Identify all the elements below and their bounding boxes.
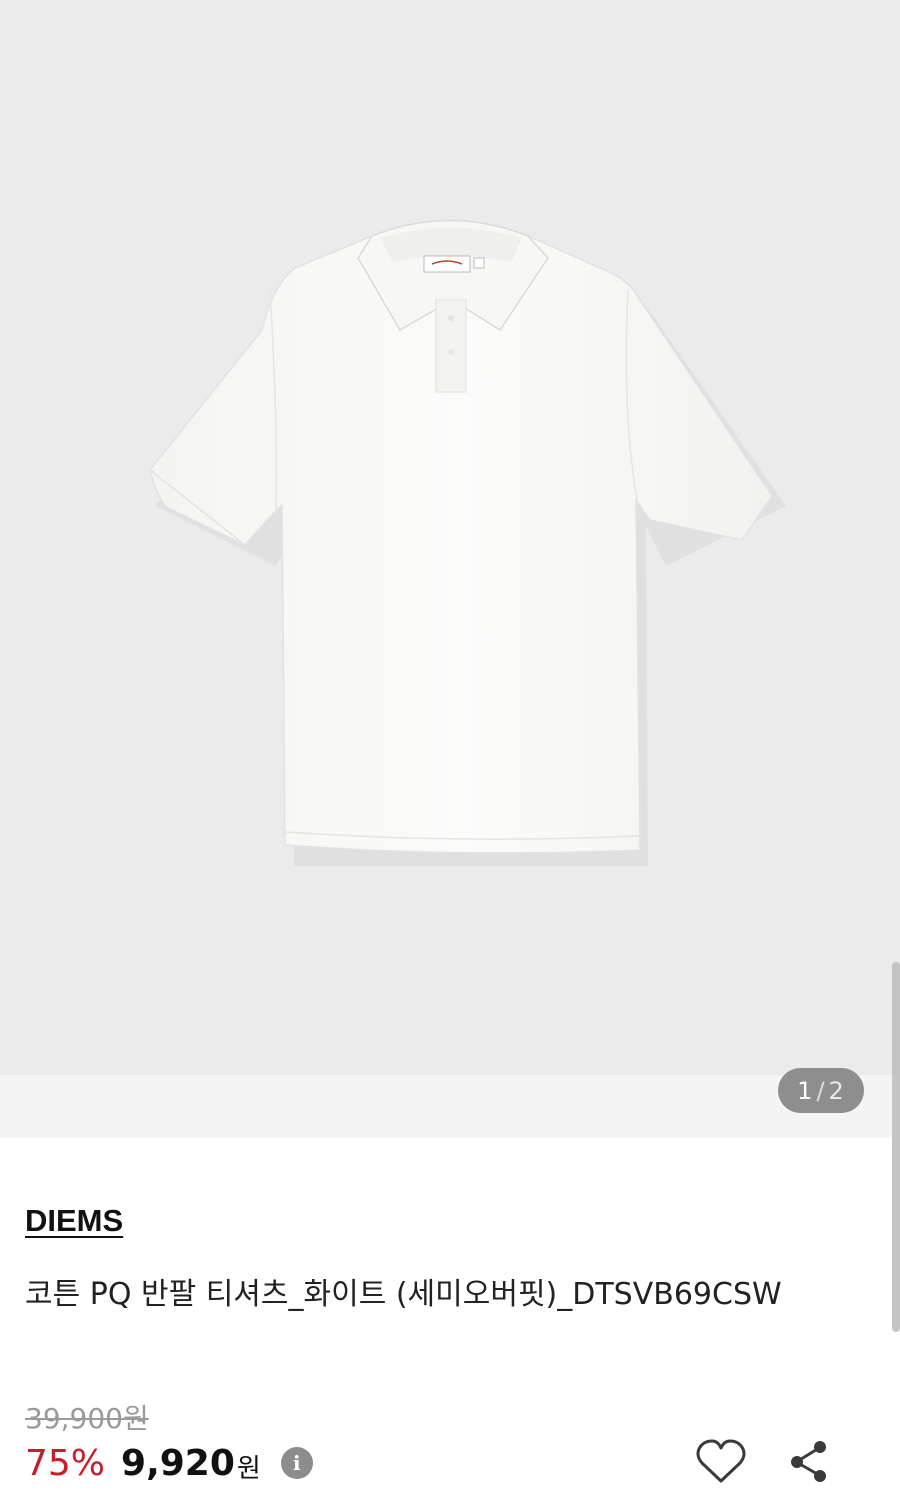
wishlist-button[interactable] <box>694 1437 748 1487</box>
original-price: 39,900원 <box>25 1402 149 1435</box>
scrollbar[interactable] <box>892 962 900 1332</box>
discount-rate: 75% <box>25 1442 106 1484</box>
brand-link[interactable]: DIEMS <box>25 1203 123 1239</box>
product-detail-page: 1 / 2 DIEMS 코튼 PQ 반팔 티셔츠_화이트 (세미오버핏)_DTS… <box>0 0 900 1511</box>
heart-icon <box>696 1439 746 1483</box>
currency-unit: 원 <box>236 1453 261 1484</box>
price-row: 75% 9,920 원 i <box>25 1438 313 1488</box>
product-title: 코튼 PQ 반팔 티셔츠_화이트 (세미오버핏)_DTSVB69CSW <box>25 1277 782 1312</box>
info-icon[interactable]: i <box>280 1447 313 1479</box>
product-image[interactable] <box>0 0 900 1075</box>
product-image-gallery[interactable]: 1 / 2 <box>0 0 900 1138</box>
gallery-footer <box>0 1075 900 1138</box>
share-button[interactable] <box>786 1437 832 1487</box>
gallery-page-indicator: 1 / 2 <box>778 1068 864 1113</box>
page-separator: / <box>816 1076 826 1105</box>
share-icon <box>791 1441 826 1482</box>
total-pages: 2 <box>828 1076 845 1105</box>
current-page: 1 <box>797 1076 814 1105</box>
sale-price: 9,920 <box>121 1442 235 1484</box>
polo-shirt-illustration <box>149 219 786 866</box>
